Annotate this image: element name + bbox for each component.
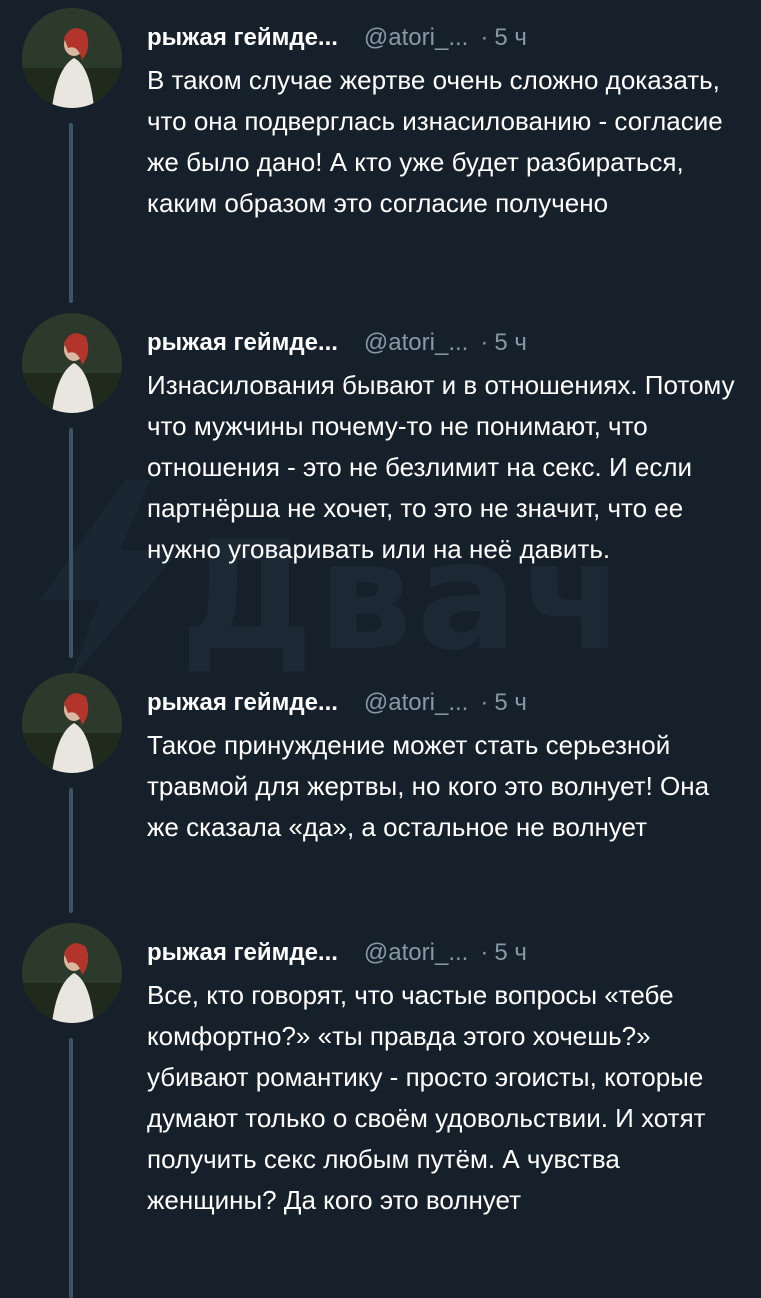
profile-photo-icon <box>22 8 122 108</box>
separator-dot: · <box>480 939 489 966</box>
profile-photo-icon <box>22 923 122 1023</box>
author-name[interactable]: рыжая геймде... <box>147 687 338 719</box>
avatar[interactable] <box>22 313 122 413</box>
thread-line <box>69 123 73 303</box>
profile-photo-icon <box>22 313 122 413</box>
author-handle[interactable]: @atori_... <box>364 687 468 719</box>
avatar[interactable] <box>22 923 122 1023</box>
tweet-text: Такое принуждение может стать серьезной … <box>147 730 710 842</box>
author-handle[interactable]: @atori_... <box>364 22 468 54</box>
tweet-header: рыжая геймде... @atori_... · 5 ч <box>147 22 747 54</box>
separator-dot: · <box>480 689 489 716</box>
tweet-header: рыжая геймде... @atori_... · 5 ч <box>147 937 747 969</box>
separator-dot: · <box>480 24 489 51</box>
timestamp[interactable]: 5 ч <box>494 937 527 969</box>
thread-line <box>69 1038 73 1298</box>
author-handle[interactable]: @atori_... <box>364 327 468 359</box>
tweet-text: В таком случае жертве очень сложно доказ… <box>147 65 723 218</box>
tweet-header: рыжая геймде... @atori_... · 5 ч <box>147 327 747 359</box>
author-handle[interactable]: @atori_... <box>364 937 468 969</box>
author-name[interactable]: рыжая геймде... <box>147 327 338 359</box>
tweet-header: рыжая геймде... @atori_... · 5 ч <box>147 687 747 719</box>
tweet-text: Все, кто говорят, что частые вопросы «те… <box>147 980 706 1215</box>
thread-line <box>69 788 73 913</box>
avatar[interactable] <box>22 673 122 773</box>
timestamp[interactable]: 5 ч <box>494 22 527 54</box>
tweet-text: Изнасилования бывают и в отношениях. Пот… <box>147 370 735 564</box>
author-name[interactable]: рыжая геймде... <box>147 937 338 969</box>
separator-dot: · <box>480 329 489 356</box>
author-name[interactable]: рыжая геймде... <box>147 22 338 54</box>
avatar[interactable] <box>22 8 122 108</box>
timestamp[interactable]: 5 ч <box>494 687 527 719</box>
timestamp[interactable]: 5 ч <box>494 327 527 359</box>
profile-photo-icon <box>22 673 122 773</box>
thread-line <box>69 428 73 658</box>
